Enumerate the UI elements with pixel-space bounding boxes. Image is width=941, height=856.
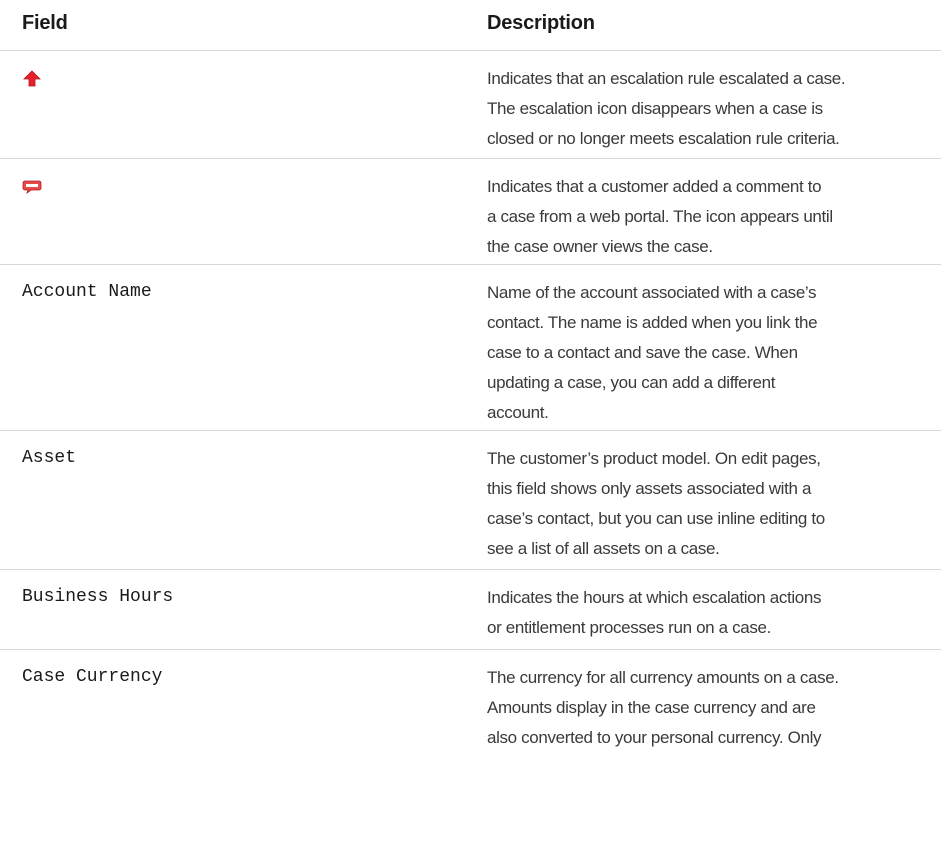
- row-description: Indicates that a customer added a commen…: [487, 172, 937, 262]
- description-line: updating a case, you can add a different: [487, 373, 776, 392]
- description-line: closed or no longer meets escalation rul…: [487, 129, 840, 148]
- description-line: the case owner views the case.: [487, 237, 713, 256]
- description-line: this field shows only assets associated …: [487, 479, 812, 498]
- field-description-table: Field Description Indicates that an esca…: [0, 0, 941, 856]
- description-line: also converted to your personal currency…: [487, 728, 822, 747]
- table-row: Indicates that a customer added a commen…: [0, 159, 941, 265]
- description-line: see a list of all assets on a case.: [487, 539, 720, 558]
- row-description: Indicates that an escalation rule escala…: [487, 64, 937, 154]
- table-header: Field Description: [0, 0, 941, 51]
- description-line: The escalation icon disappears when a ca…: [487, 99, 823, 118]
- row-description: Indicates the hours at which escalation …: [487, 583, 937, 643]
- escalation-arrow-icon: [22, 69, 42, 89]
- field-name: Case Currency: [22, 667, 163, 687]
- field-name: Asset: [22, 448, 77, 468]
- description-line: a case from a web portal. The icon appea…: [487, 207, 833, 226]
- table-row: Case Currency The currency for all curre…: [0, 650, 941, 856]
- column-header-field: Field: [22, 12, 68, 34]
- row-description: Name of the account associated with a ca…: [487, 278, 937, 428]
- description-line: Amounts display in the case currency and…: [487, 698, 816, 717]
- field-name: Account Name: [22, 282, 152, 302]
- table-row: Account Name Name of the account associa…: [0, 265, 941, 431]
- description-line: account.: [487, 403, 549, 422]
- description-line: case to a contact and save the case. Whe…: [487, 343, 798, 362]
- description-line: Indicates that a customer added a commen…: [487, 177, 822, 196]
- description-line: contact. The name is added when you link…: [487, 313, 818, 332]
- field-name: Business Hours: [22, 587, 174, 607]
- row-description: The currency for all currency amounts on…: [487, 663, 937, 753]
- description-line: Indicates the hours at which escalation …: [487, 588, 822, 607]
- comment-bubble-icon: [22, 177, 42, 197]
- table-row: Asset The customer’s product model. On e…: [0, 431, 941, 570]
- description-line: The customer’s product model. On edit pa…: [487, 449, 821, 468]
- table-row: Indicates that an escalation rule escala…: [0, 51, 941, 159]
- description-line: The currency for all currency amounts on…: [487, 668, 839, 687]
- column-header-description: Description: [487, 12, 595, 34]
- description-line: Indicates that an escalation rule escala…: [487, 69, 846, 88]
- description-line: Name of the account associated with a ca…: [487, 283, 817, 302]
- row-description: The customer’s product model. On edit pa…: [487, 444, 937, 564]
- description-line: case’s contact, but you can use inline e…: [487, 509, 825, 528]
- description-line: or entitlement processes run on a case.: [487, 618, 772, 637]
- table-row: Business Hours Indicates the hours at wh…: [0, 570, 941, 650]
